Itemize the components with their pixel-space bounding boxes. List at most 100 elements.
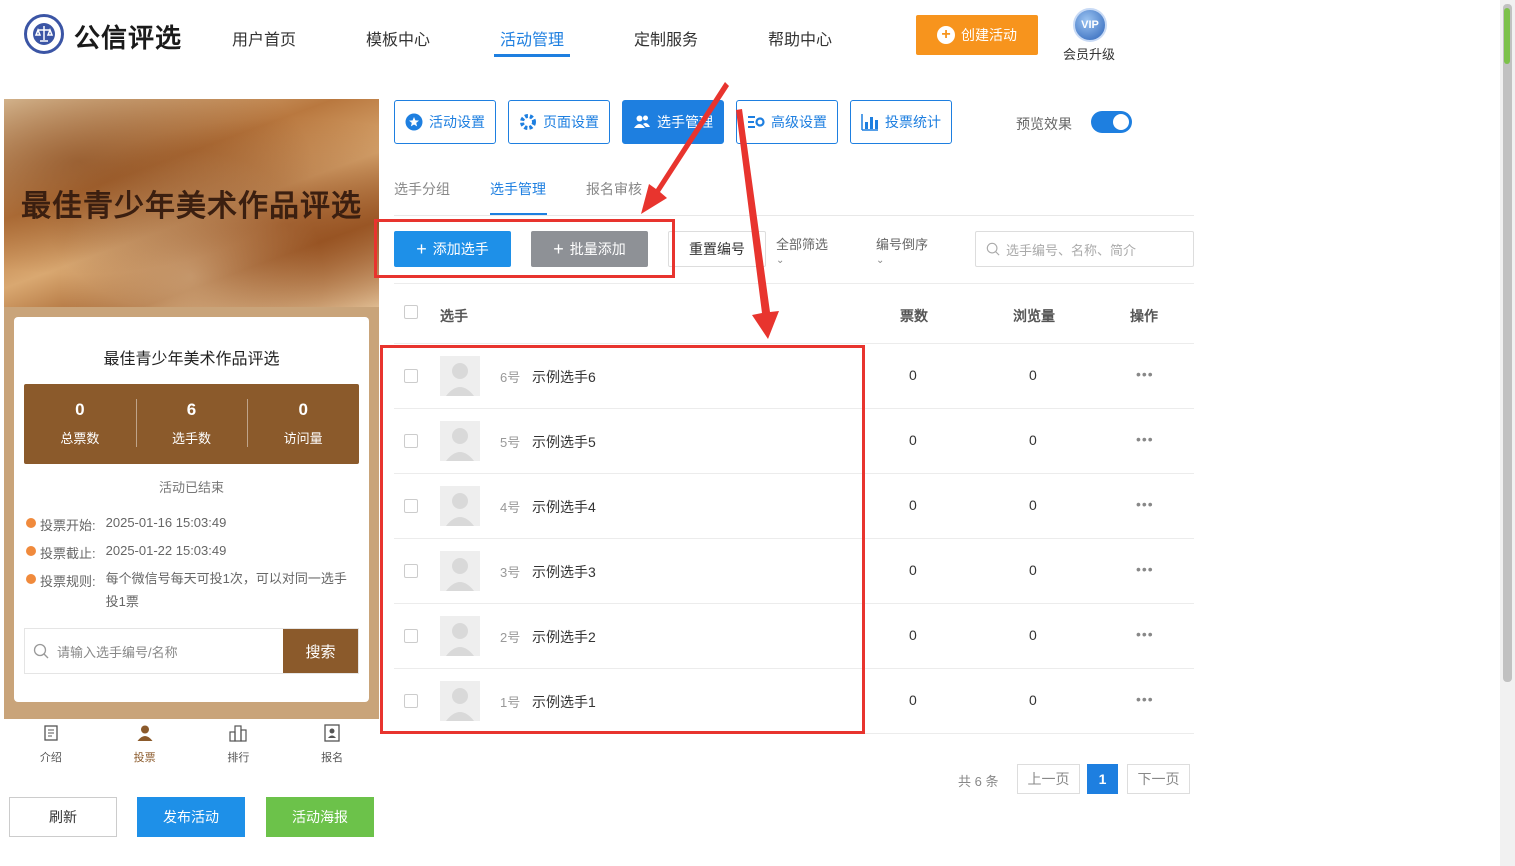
preview-search-input[interactable]: 请输入选手编号/名称	[25, 629, 283, 673]
nav-custom-service[interactable]: 定制服务	[634, 26, 698, 50]
next-page-button[interactable]: 下一页	[1127, 764, 1190, 794]
stat-value: 0	[298, 400, 308, 419]
logo-text: 公信评选	[74, 23, 183, 53]
annotation-box-rows	[380, 345, 865, 734]
advanced-settings-button[interactable]: 高级设置	[736, 100, 838, 144]
contestant-search-input[interactable]: 选手编号、名称、简介	[975, 231, 1194, 267]
banner-title: 最佳青少年美术作品评选	[21, 189, 362, 224]
clock-dot-icon	[26, 546, 36, 556]
subtab-contestants[interactable]: 选手管理	[490, 179, 546, 199]
stat-contestants: 6 选手数	[135, 384, 248, 464]
activity-status: 活动已结束	[158, 480, 224, 495]
logo-icon	[24, 14, 64, 54]
tab-label: 介绍	[39, 752, 62, 764]
tab-label: 投票	[133, 752, 156, 764]
page-scrollbar-thumb[interactable]	[1503, 4, 1512, 682]
more-icon[interactable]: •••	[1136, 496, 1154, 512]
stat-visits: 0 访问量	[247, 384, 359, 464]
stat-label: 选手数	[172, 431, 212, 446]
banner-image: 最佳青少年美术作品评选	[4, 99, 379, 307]
users-icon	[634, 115, 650, 128]
nav-templates[interactable]: 模板中心	[366, 26, 430, 50]
toggle-knob	[1113, 114, 1129, 130]
tab-ranking[interactable]: 排行	[192, 718, 286, 768]
button-label: 选手管理	[657, 114, 713, 130]
subtab-groups[interactable]: 选手分组	[394, 179, 450, 199]
stats-bar: 0 总票数 6 选手数 0 访问量	[24, 384, 359, 464]
publish-activity-button[interactable]: 发布活动	[137, 797, 245, 837]
activity-poster-button[interactable]: 活动海报	[266, 797, 374, 837]
search-icon	[33, 643, 49, 659]
button-label: 高级设置	[771, 114, 827, 130]
top-header: 公信评选 用户首页 模板中心 活动管理 定制服务 帮助中心 + 创建活动 VIP…	[0, 0, 1500, 72]
nav-activity-management[interactable]: 活动管理	[500, 26, 564, 50]
header-contestant: 选手	[440, 308, 468, 324]
preview-toggle[interactable]	[1091, 111, 1132, 133]
more-icon[interactable]: •••	[1136, 691, 1154, 707]
bar-chart-icon	[861, 114, 878, 131]
info-key: 投票截止:	[40, 546, 96, 561]
nav-home[interactable]: 用户首页	[232, 26, 296, 50]
nav-active-indicator	[494, 54, 570, 57]
vip-upgrade-label[interactable]: 会员升级	[1063, 44, 1115, 63]
view-count: 0	[1029, 497, 1037, 513]
table-header-line	[394, 343, 1194, 344]
view-count: 0	[1029, 367, 1037, 383]
document-icon	[44, 725, 58, 741]
table-top-line	[394, 283, 1194, 284]
chevron-down-icon: ⌄	[876, 255, 885, 266]
view-count: 0	[1029, 692, 1037, 708]
create-activity-button[interactable]: + 创建活动	[916, 15, 1038, 55]
vote-count: 0	[909, 432, 917, 448]
view-count: 0	[1029, 562, 1037, 578]
subtab-divider	[394, 215, 1194, 216]
tab-vote[interactable]: 投票	[98, 718, 192, 768]
vote-statistics-button[interactable]: 投票统计	[850, 100, 952, 144]
tab-signup[interactable]: 报名	[285, 718, 379, 768]
more-icon[interactable]: •••	[1136, 626, 1154, 642]
view-count: 0	[1029, 627, 1037, 643]
info-key: 投票规则:	[40, 574, 96, 589]
more-icon[interactable]: •••	[1136, 561, 1154, 577]
select-all-checkbox[interactable]	[404, 305, 418, 319]
preview-effect-label: 预览效果	[1016, 116, 1072, 132]
more-icon[interactable]: •••	[1136, 431, 1154, 447]
page-settings-button[interactable]: 页面设置	[508, 100, 610, 144]
preview-search-button[interactable]: 搜索	[283, 629, 358, 673]
person-icon	[137, 725, 153, 741]
refresh-button[interactable]: 刷新	[9, 797, 117, 837]
vote-count: 0	[909, 367, 917, 383]
info-vote-start: 投票开始: 2025-01-16 15:03:49	[26, 515, 226, 534]
vip-badge-icon[interactable]: VIP	[1073, 8, 1107, 42]
vote-count: 0	[909, 627, 917, 643]
clock-dot-icon	[26, 518, 36, 528]
view-count: 0	[1029, 432, 1037, 448]
annotation-box-actions	[374, 219, 675, 278]
info-vote-end: 投票截止: 2025-01-22 15:03:49	[26, 543, 226, 562]
button-label: 活动设置	[429, 114, 485, 130]
info-key: 投票开始:	[40, 518, 96, 533]
list-settings-icon	[748, 116, 765, 128]
header-votes: 票数	[900, 308, 928, 324]
id-card-icon	[324, 724, 340, 742]
page-1-button[interactable]: 1	[1087, 764, 1118, 794]
subtab-review[interactable]: 报名审核	[586, 179, 642, 199]
activity-settings-button[interactable]: 活动设置	[394, 100, 496, 144]
filter-label: 全部筛选	[776, 237, 829, 252]
prev-page-button[interactable]: 上一页	[1017, 764, 1080, 794]
nav-help-center[interactable]: 帮助中心	[768, 26, 832, 50]
chevron-down-icon: ⌄	[776, 255, 785, 266]
star-circle-icon	[405, 113, 423, 131]
clock-dot-icon	[26, 574, 36, 584]
filter-all-dropdown[interactable]: 全部筛选 ⌄	[776, 234, 828, 266]
search-placeholder: 选手编号、名称、简介	[1006, 242, 1137, 258]
header-operations: 操作	[1130, 308, 1158, 324]
tab-intro[interactable]: 介绍	[4, 718, 98, 768]
ranking-icon	[229, 725, 247, 742]
button-label: 页面设置	[543, 114, 599, 130]
more-icon[interactable]: •••	[1136, 366, 1154, 382]
vote-count: 0	[909, 692, 917, 708]
contestant-management-button[interactable]: 选手管理	[622, 100, 724, 144]
sort-desc-dropdown[interactable]: 编号倒序 ⌄	[876, 234, 928, 266]
reset-number-button[interactable]: 重置编号	[668, 231, 766, 267]
